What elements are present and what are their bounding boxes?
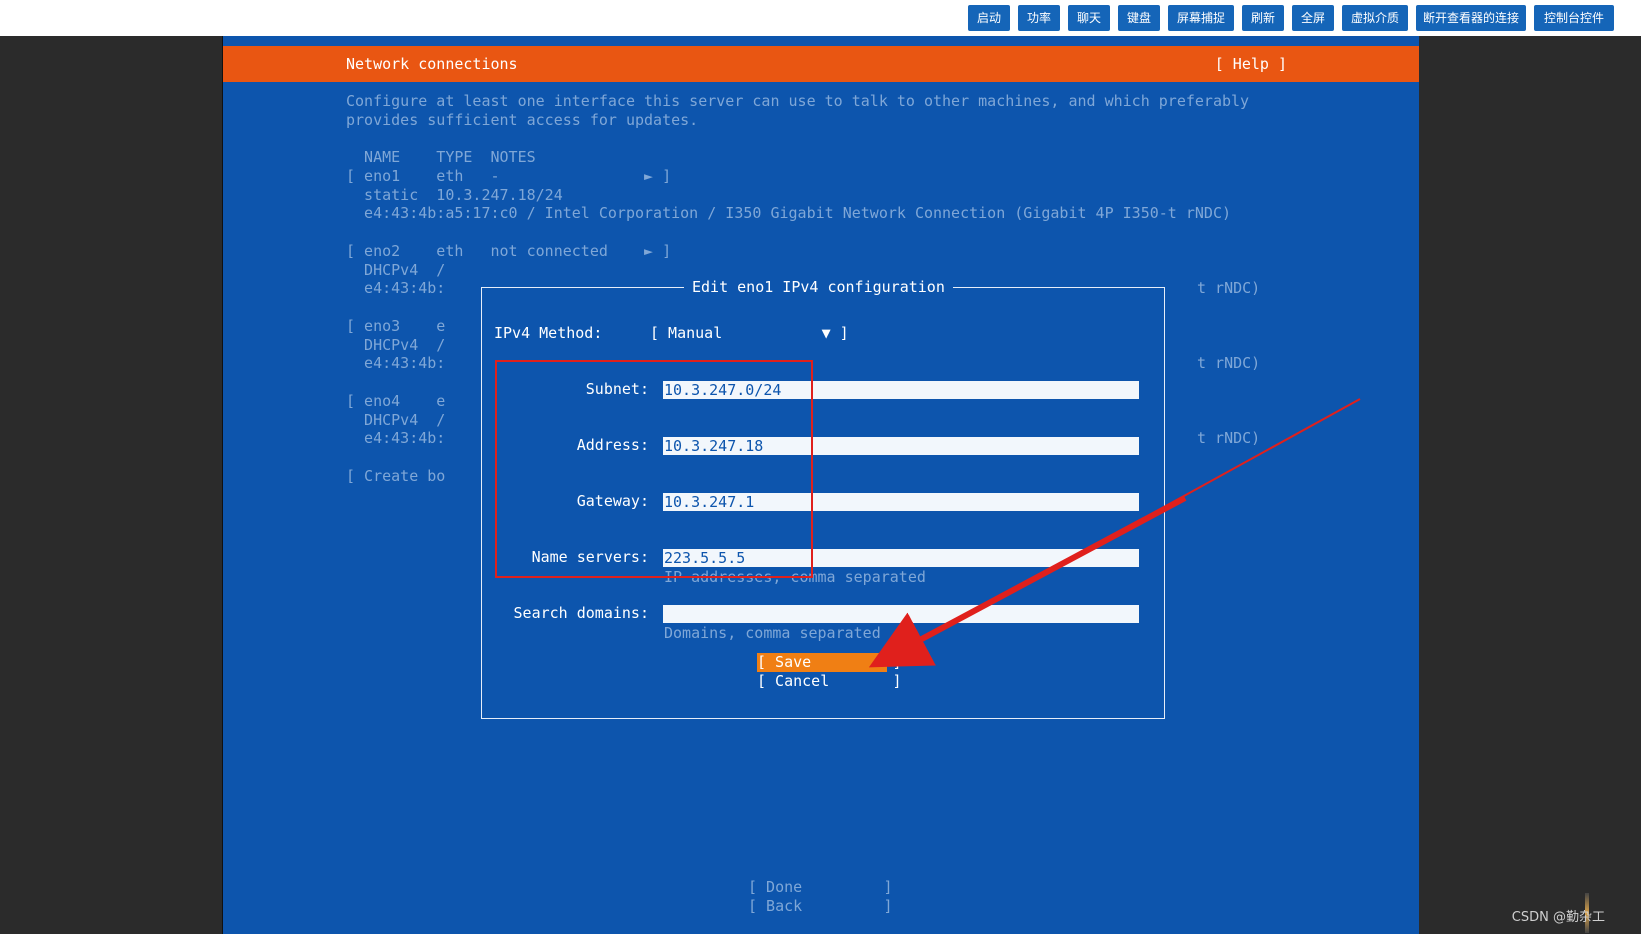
eno4-mac-tail: t rNDC) xyxy=(1197,429,1261,447)
name-servers-label: Name servers: xyxy=(531,548,649,566)
intro-line-1: Configure at least one interface this se… xyxy=(346,92,1250,110)
keyboard-button[interactable]: 键盘 xyxy=(1118,5,1160,31)
disconnect-viewer-button[interactable]: 断开查看器的连接 xyxy=(1416,5,1526,31)
gateway-input[interactable] xyxy=(663,493,1139,511)
address-input[interactable] xyxy=(663,437,1139,455)
screen-title: Network connections xyxy=(346,55,518,73)
eno3-dhcp: DHCPv4 / xyxy=(346,336,446,354)
power-on-button[interactable]: 启动 xyxy=(968,5,1010,31)
eno4-dhcp: DHCPv4 / xyxy=(346,411,446,429)
interface-row-eno2[interactable]: [ eno2 eth not connected ► ] xyxy=(346,242,671,261)
installer-console[interactable]: Network connections [ Help ] Configure a… xyxy=(223,36,1419,934)
cancel-button[interactable]: [ Cancel ] xyxy=(757,672,902,691)
eno1-mac-info: e4:43:4b:a5:17:c0 / Intel Corporation / … xyxy=(346,204,1232,222)
interface-row-eno3[interactable]: [ eno3 e xyxy=(346,317,445,336)
search-domains-hint: Domains, comma separated xyxy=(664,624,881,642)
name-servers-hint: IP addresses, comma separated xyxy=(664,568,926,586)
eno1-static-address: static 10.3.247.18/24 xyxy=(346,186,563,204)
save-button[interactable]: [ Save ] xyxy=(757,653,902,672)
refresh-button[interactable]: 刷新 xyxy=(1242,5,1284,31)
eno4-mac: e4:43:4b: xyxy=(346,429,446,447)
eno3-mac: e4:43:4b: xyxy=(346,354,446,372)
back-button[interactable]: [ Back ] xyxy=(748,897,893,916)
viewer-toolbar: 启动 功率 聊天 键盘 屏幕捕捉 刷新 全屏 虚拟介质 断开查看器的连接 控制台… xyxy=(0,0,1641,36)
screen-header: Network connections [ Help ] xyxy=(223,46,1419,82)
subnet-input[interactable] xyxy=(663,381,1139,399)
interface-table-header: NAME TYPE NOTES xyxy=(346,148,536,166)
eno2-mac-tail: t rNDC) xyxy=(1197,279,1261,297)
address-label: Address: xyxy=(576,436,649,454)
name-servers-input[interactable] xyxy=(663,549,1139,567)
eno2-dhcp: DHCPv4 / xyxy=(346,261,446,279)
ipv4-method-select[interactable]: [ Manual ▼ ] xyxy=(650,323,849,343)
done-button[interactable]: [ Done ] xyxy=(748,878,893,897)
help-button[interactable]: [ Help ] xyxy=(1215,46,1287,82)
fullscreen-button[interactable]: 全屏 xyxy=(1292,5,1334,31)
interface-row-eno4[interactable]: [ eno4 e xyxy=(346,392,445,411)
watermark: CSDN @勤杂工 xyxy=(1511,910,1605,925)
dialog-title: Edit eno1 IPv4 configuration xyxy=(684,277,953,297)
gateway-label: Gateway: xyxy=(576,492,649,510)
intro-line-2: provides sufficient access for updates. xyxy=(346,111,699,129)
edit-ipv4-dialog: Edit eno1 IPv4 configuration IPv4 Method… xyxy=(481,277,1165,719)
search-domains-input[interactable] xyxy=(663,605,1139,623)
interface-row-eno1[interactable]: [ eno1 eth - ► ] xyxy=(346,167,671,186)
subnet-label: Subnet: xyxy=(585,380,649,398)
create-bond-button[interactable]: [ Create bo xyxy=(346,467,445,486)
ipv4-method-label: IPv4 Method: xyxy=(494,324,603,342)
search-domains-label: Search domains: xyxy=(513,604,649,622)
chat-button[interactable]: 聊天 xyxy=(1068,5,1110,31)
eno2-mac: e4:43:4b: xyxy=(346,279,446,297)
power-button[interactable]: 功率 xyxy=(1018,5,1060,31)
console-controls-button[interactable]: 控制台控件 xyxy=(1534,5,1614,31)
virtual-media-button[interactable]: 虚拟介质 xyxy=(1342,5,1408,31)
screen-capture-button[interactable]: 屏幕捕捉 xyxy=(1168,5,1234,31)
eno3-mac-tail: t rNDC) xyxy=(1197,354,1261,372)
